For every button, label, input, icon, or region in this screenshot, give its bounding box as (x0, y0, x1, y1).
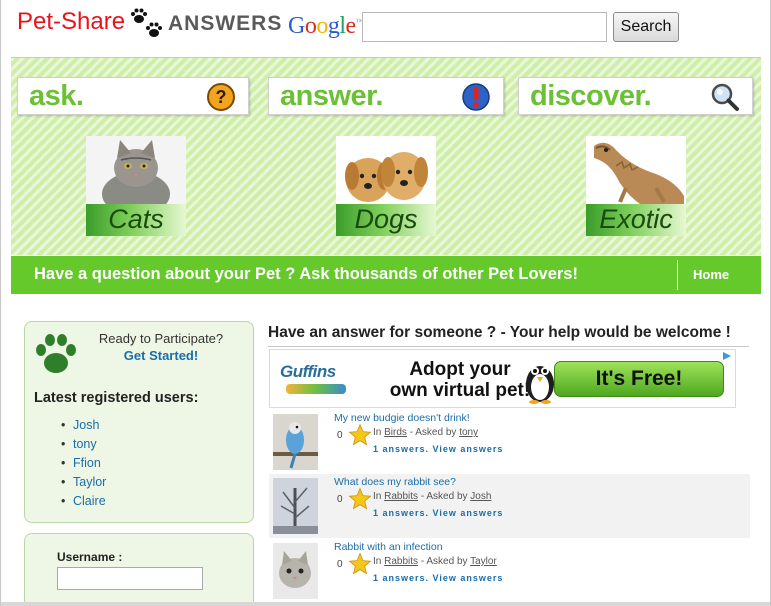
vote-count: 0 (337, 559, 343, 570)
help-heading: Have an answer for someone ? - Your help… (268, 324, 731, 341)
category-cats-label: Cats (108, 204, 164, 234)
in-label: In (373, 427, 382, 438)
asker-link[interactable]: Josh (470, 491, 491, 502)
kitten-photo (273, 543, 318, 599)
view-answers-link[interactable]: 1 answers. View answers (373, 444, 503, 454)
answer-label: answer. (280, 80, 383, 112)
star-icon[interactable] (348, 487, 372, 511)
penguin-icon (526, 366, 554, 404)
asked-by-label: - Asked by (409, 427, 457, 438)
view-answers-link[interactable]: 1 answers. View answers (373, 508, 503, 518)
ad-brand: Guffins (280, 362, 336, 381)
user-link[interactable]: Claire (61, 494, 106, 513)
advertisement-banner[interactable]: Guffins Adopt your own virtual pet! It's… (269, 349, 736, 408)
user-link[interactable]: Josh (61, 418, 106, 437)
in-label: In (373, 491, 382, 502)
asker-link[interactable]: tony (459, 427, 478, 438)
nav-divider (677, 260, 678, 290)
heading-divider (268, 346, 749, 347)
category-link[interactable]: Rabbits (384, 556, 418, 567)
latest-users-heading: Latest registered users: (34, 390, 199, 406)
site-logo-suffix: ANSWERS (168, 12, 283, 35)
view-answers-link[interactable]: 1 answers. View answers (373, 573, 503, 583)
username-label: Username : (57, 550, 123, 564)
paw-icon (36, 334, 76, 373)
ad-choices-icon[interactable] (722, 351, 732, 361)
paw-prints-icon (131, 8, 162, 37)
site-logo-text[interactable]: Pet-Share (17, 8, 125, 36)
question-icon: ? (207, 83, 235, 111)
ad-brand-pets-graphic (286, 384, 346, 394)
svg-text:?: ? (216, 87, 227, 107)
discover-label: discover. (530, 80, 652, 112)
search-input[interactable] (362, 12, 607, 42)
cat-photo (86, 136, 186, 208)
lizard-photo (586, 136, 686, 208)
question-meta: In Birds - Asked by tony (373, 427, 478, 438)
participate-panel: Ready to Participate? Get Started! Lates… (24, 321, 254, 523)
exclamation-icon (462, 83, 490, 111)
category-link[interactable]: Birds (384, 427, 407, 438)
search-button[interactable]: Search (613, 12, 679, 42)
get-started-link[interactable]: Get Started! (81, 348, 241, 363)
in-label: In (373, 556, 382, 567)
category-link[interactable]: Rabbits (384, 491, 418, 502)
ask-label: ask. (29, 80, 84, 112)
question-item: What does my rabbit see? 0 In Rabbits - … (269, 474, 750, 538)
google-logo: Google™ (288, 13, 364, 39)
rabbit-tree-photo (273, 478, 318, 534)
asked-by-label: - Asked by (420, 556, 468, 567)
vote-count: 0 (337, 494, 343, 505)
user-link[interactable]: tony (61, 437, 106, 456)
user-link[interactable]: Taylor (61, 475, 106, 494)
ad-headline-1: Adopt your (409, 359, 511, 380)
vote-count: 0 (337, 430, 343, 441)
asker-link[interactable]: Taylor (470, 556, 497, 567)
magnifier-icon (711, 83, 739, 111)
ask-button[interactable]: ask. ? (17, 77, 249, 115)
category-dogs[interactable]: Dogs (336, 136, 436, 238)
ready-text: Ready to Participate? (98, 331, 224, 346)
question-meta: In Rabbits - Asked by Taylor (373, 556, 497, 567)
username-input[interactable] (57, 567, 203, 590)
category-exotic-label: Exotic (599, 204, 673, 234)
discover-button[interactable]: discover. (518, 77, 753, 115)
login-panel: Username : (24, 533, 254, 606)
asked-by-label: - Asked by (420, 491, 468, 502)
user-link[interactable]: Ffion (61, 456, 106, 475)
star-icon[interactable] (348, 552, 372, 576)
question-item: Rabbit with an infection 0 In Rabbits - … (269, 539, 750, 603)
question-meta: In Rabbits - Asked by Josh (373, 491, 491, 502)
ad-cta-button[interactable]: It's Free! (554, 361, 724, 397)
category-banner: ask. ? answer. discover. Cats Dogs Exoti… (11, 57, 761, 255)
tagline-bar: Have a question about your Pet ? Ask tho… (11, 256, 761, 294)
star-icon[interactable] (348, 423, 372, 447)
question-item: My new budgie doesn't drink! 0 In Birds … (269, 410, 750, 474)
window-bottom-edge (1, 602, 770, 606)
category-exotic[interactable]: Exotic (586, 136, 686, 238)
page: Pet-Share ANSWERS Google™ Search ask. ? … (0, 0, 771, 606)
category-cats[interactable]: Cats (86, 136, 186, 238)
answer-button[interactable]: answer. (268, 77, 504, 115)
category-dogs-label: Dogs (354, 204, 418, 234)
budgie-photo (273, 414, 318, 470)
puppies-photo (336, 136, 436, 208)
tagline: Have a question about your Pet ? Ask tho… (34, 265, 578, 283)
home-link[interactable]: Home (693, 267, 729, 282)
latest-users-list: Josh tony Ffion Taylor Claire (61, 418, 106, 513)
